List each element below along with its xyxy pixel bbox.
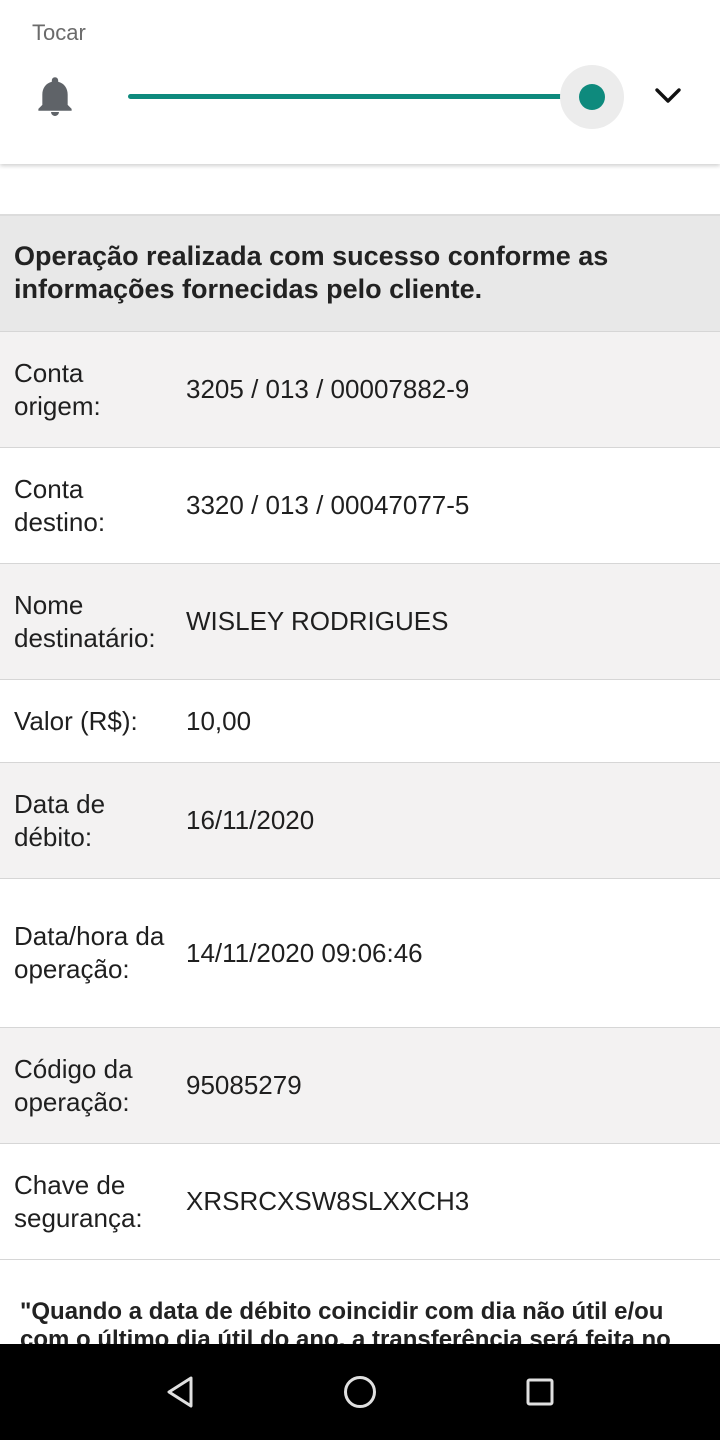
volume-slider-track[interactable]: [128, 94, 592, 99]
volume-panel: Tocar: [0, 0, 720, 164]
home-icon[interactable]: [342, 1374, 378, 1410]
row-conta-destino: Conta destino: 3320 / 013 / 00047077-5: [0, 448, 720, 564]
recents-icon[interactable]: [525, 1376, 555, 1408]
row-valor: Valor (R$): 10,00: [0, 680, 720, 763]
bell-icon[interactable]: [36, 76, 74, 118]
row-value: 3320 / 013 / 00047077-5: [186, 490, 470, 520]
row-value: 16/11/2020: [186, 805, 315, 835]
row-value: 3205 / 013 / 00007882-9: [186, 374, 470, 404]
row-label: Valor (R$):: [14, 705, 138, 736]
row-label: Conta origem:: [14, 357, 101, 421]
row-value: 14/11/2020 09:06:46: [186, 937, 423, 968]
chevron-down-icon[interactable]: [654, 86, 682, 106]
row-label: Conta destino:: [14, 473, 106, 537]
row-chave-seguranca: Chave de segurança: XRSRCXSW8SLXXCH3: [0, 1144, 720, 1260]
row-codigo-operacao: Código da operação: 95085279: [0, 1028, 720, 1144]
row-nome-destinatario: Nome destinatário: WISLEY RODRIGUES: [0, 564, 720, 680]
success-message: Operação realizada com sucesso conforme …: [0, 216, 720, 332]
back-icon[interactable]: [163, 1374, 197, 1410]
row-label: Data de débito:: [14, 788, 106, 852]
row-value: 95085279: [186, 1070, 302, 1100]
row-value: XRSRCXSW8SLXXCH3: [186, 1186, 470, 1216]
row-data-debito: Data de débito: 16/11/2020: [0, 763, 720, 879]
receipt-content: Operação realizada com sucesso conforme …: [0, 164, 720, 1344]
top-spacer: [0, 164, 720, 216]
row-label: Chave de segurança:: [14, 1169, 143, 1233]
disclaimer-text: "Quando a data de débito coincidir com d…: [20, 1298, 671, 1344]
row-label: Código da operação:: [14, 1053, 133, 1117]
volume-stream-label: Tocar: [32, 20, 86, 45]
row-label: Data/hora da operação:: [14, 921, 165, 984]
navigation-bar: [0, 1344, 720, 1440]
row-value: WISLEY RODRIGUES: [186, 606, 449, 636]
row-value: 10,00: [186, 705, 252, 736]
row-label: Nome destinatário:: [14, 589, 156, 653]
row-data-hora-operacao: Data/hora da operação: 14/11/2020 09:06:…: [0, 879, 720, 1028]
volume-slider-thumb[interactable]: [579, 84, 605, 110]
row-conta-origem: Conta origem: 3205 / 013 / 00007882-9: [0, 332, 720, 448]
